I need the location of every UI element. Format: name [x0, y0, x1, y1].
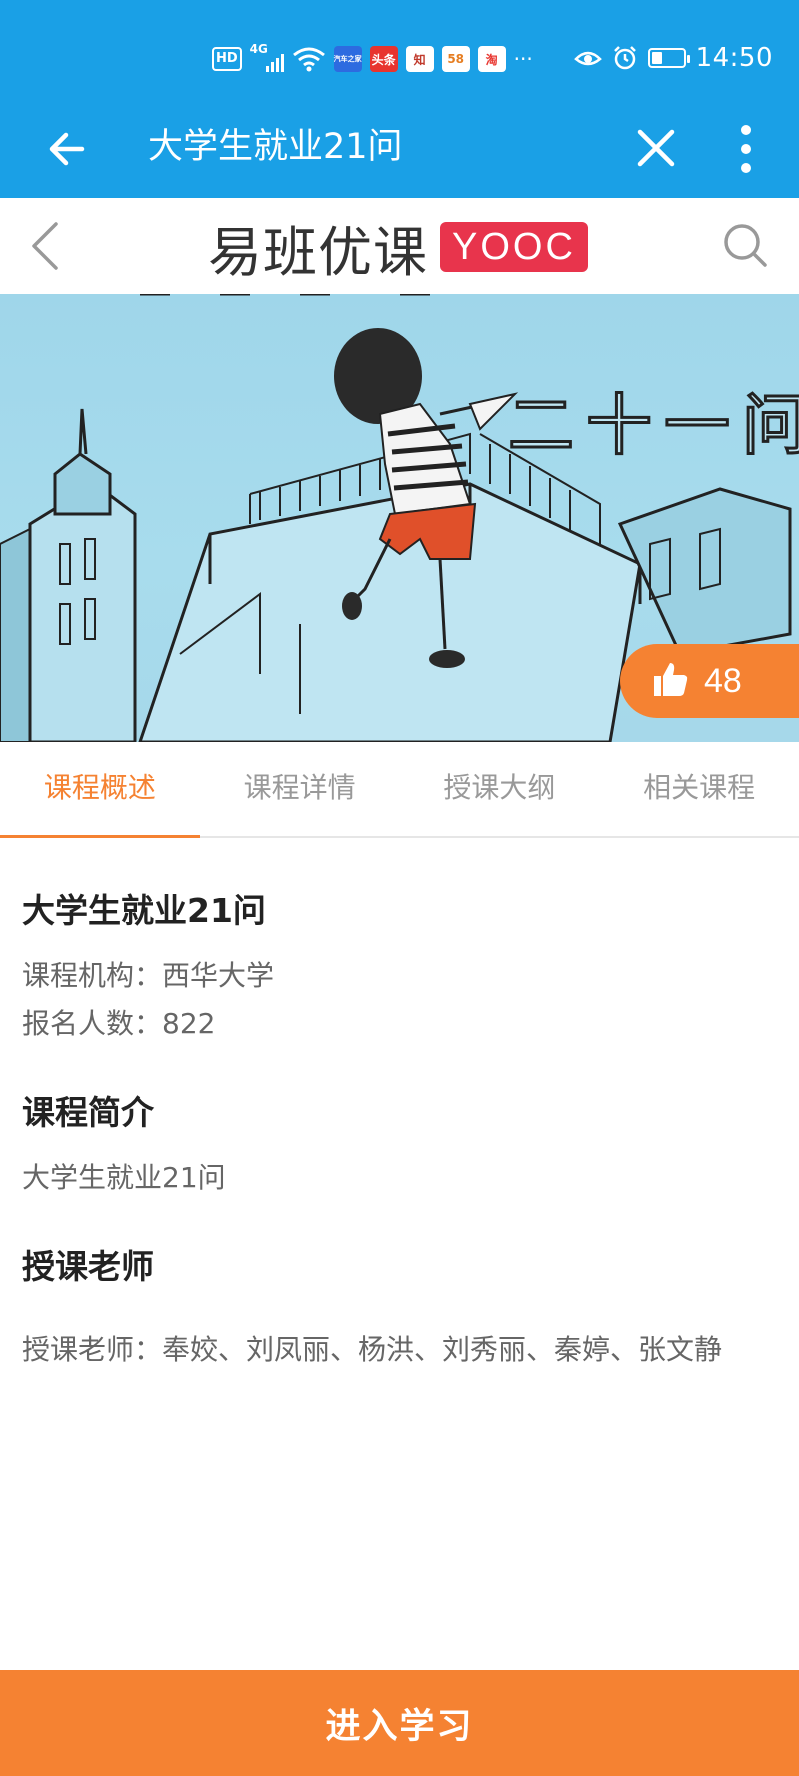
- thumbs-up-icon: [650, 659, 690, 703]
- 58-app-icon: 58: [441, 46, 470, 72]
- intro-heading: 课程简介: [22, 1093, 154, 1132]
- like-button[interactable]: 48: [620, 644, 799, 718]
- toutiao-app-icon: 头条: [369, 46, 398, 72]
- status-right: 14:50: [573, 40, 773, 76]
- intro-text: 大学生就业21问: [22, 1161, 226, 1194]
- more-notifications-icon: ···: [513, 47, 533, 71]
- enter-study-button[interactable]: 进入学习: [0, 1670, 799, 1776]
- back-arrow-icon[interactable]: [42, 124, 92, 174]
- course-enroll-label: 报名人数：: [22, 1007, 163, 1040]
- tab-syllabus[interactable]: 授课大纲: [400, 742, 600, 836]
- wifi-icon: [292, 46, 326, 72]
- site-header: 易班优课 YOOC: [0, 198, 799, 295]
- alarm-icon: [612, 45, 638, 71]
- more-options-icon[interactable]: [728, 122, 764, 176]
- course-org-label: 课程机构：: [22, 959, 163, 992]
- cellular-signal-icon: 4G: [250, 42, 284, 72]
- course-enroll: 报名人数：822: [22, 1002, 215, 1042]
- tab-details[interactable]: 课程详情: [200, 742, 400, 836]
- teacher-text: 授课老师：奉姣、刘凤丽、杨洪、刘秀丽、秦婷、张文静: [22, 1333, 723, 1366]
- autohome-app-icon: 汽车之家: [333, 46, 362, 72]
- status-icons: HD 4G 汽车之家 头条 知 58 淘 ···: [212, 42, 533, 76]
- banner-overlay-text: 二十一问: [507, 386, 799, 466]
- logo-text-cn: 易班优课: [208, 220, 428, 284]
- hd-badge: HD: [212, 47, 242, 71]
- status-time: 14:50: [695, 43, 773, 73]
- eye-comfort-icon: [573, 47, 602, 69]
- close-icon[interactable]: [630, 122, 682, 174]
- course-enroll-value: 822: [162, 1007, 216, 1040]
- course-title: 大学生就业21问: [22, 891, 266, 930]
- logo-text-en: YOOC: [440, 222, 588, 272]
- page-title: 大学生就业21问: [148, 127, 403, 167]
- search-icon[interactable]: [720, 220, 770, 270]
- taobao-app-icon: 淘: [477, 46, 506, 72]
- teacher-heading: 授课老师: [22, 1247, 154, 1286]
- app-bar: 大学生就业21问: [0, 100, 799, 198]
- course-tabs: 课程概述 课程详情 授课大纲 相关课程: [0, 742, 799, 838]
- tab-overview[interactable]: 课程概述: [0, 742, 200, 838]
- like-count: 48: [704, 661, 742, 700]
- tab-related-courses[interactable]: 相关课程: [599, 742, 799, 836]
- battery-icon: [647, 48, 690, 68]
- course-org: 课程机构：西华大学: [22, 954, 274, 994]
- status-bar: HD 4G 汽车之家 头条 知 58 淘 ··· 14:50: [0, 0, 799, 100]
- yooc-logo: 易班优课 YOOC: [208, 212, 588, 284]
- chevron-left-icon[interactable]: [26, 220, 66, 272]
- course-org-value: 西华大学: [162, 959, 275, 992]
- zhihu-app-icon: 知: [405, 46, 434, 72]
